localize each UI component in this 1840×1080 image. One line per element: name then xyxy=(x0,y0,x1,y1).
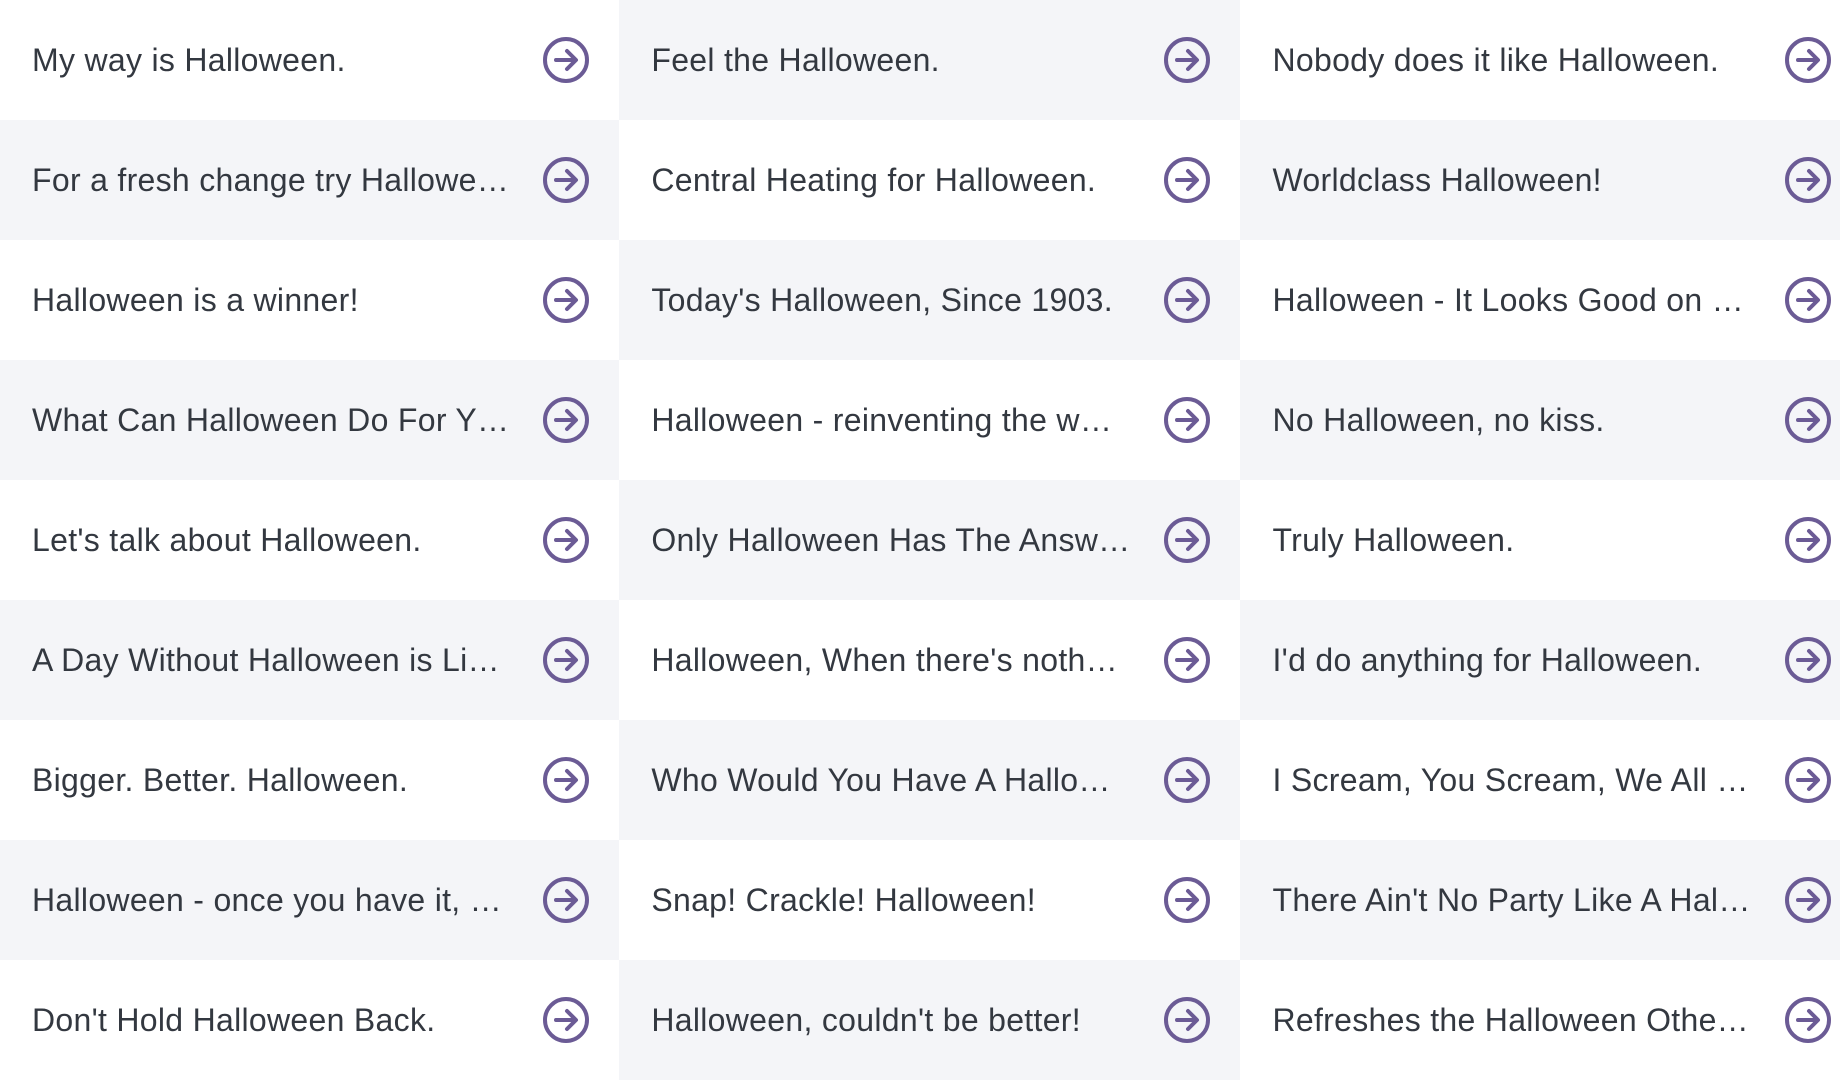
slogan-text: I'd do anything for Halloween. xyxy=(1272,641,1703,678)
arrow-right-circle-icon[interactable] xyxy=(1162,275,1212,325)
slogan-item[interactable]: A Day Without Halloween is Li… xyxy=(0,600,620,720)
slogan-text: For a fresh change try Hallowe… xyxy=(32,161,510,198)
slogan-text: What Can Halloween Do For Y… xyxy=(32,401,510,438)
slogan-item[interactable]: No Halloween, no kiss. xyxy=(1240,360,1840,480)
arrow-right-circle-icon[interactable] xyxy=(1162,35,1212,85)
slogan-item[interactable]: What Can Halloween Do For Y… xyxy=(0,360,620,480)
slogan-item[interactable]: Refreshes the Halloween Othe… xyxy=(1240,960,1840,1080)
arrow-right-circle-icon[interactable] xyxy=(1783,755,1833,805)
slogan-text: Don't Hold Halloween Back. xyxy=(32,1001,436,1038)
slogan-item[interactable]: Only Halloween Has The Answ… xyxy=(619,480,1241,600)
slogan-text: Who Would You Have A Hallo… xyxy=(651,761,1111,798)
slogan-item[interactable]: Halloween - once you have it, … xyxy=(0,840,620,960)
slogan-item[interactable]: Halloween - reinventing the w… xyxy=(619,360,1241,480)
arrow-right-circle-icon[interactable] xyxy=(1783,275,1833,325)
slogan-text: I Scream, You Scream, We All … xyxy=(1272,761,1749,798)
slogan-item[interactable]: Central Heating for Halloween. xyxy=(619,120,1241,240)
slogan-item[interactable]: Nobody does it like Halloween. xyxy=(1240,0,1840,120)
slogan-text: Halloween, couldn't be better! xyxy=(651,1001,1081,1038)
slogan-item[interactable]: Halloween, couldn't be better! xyxy=(619,960,1241,1080)
slogan-text: Today's Halloween, Since 1903. xyxy=(651,281,1113,318)
arrow-right-circle-icon[interactable] xyxy=(1162,635,1212,685)
slogan-text: Feel the Halloween. xyxy=(651,41,940,78)
slogan-text: Central Heating for Halloween. xyxy=(651,161,1097,198)
arrow-right-circle-icon[interactable] xyxy=(541,875,591,925)
slogan-text: My way is Halloween. xyxy=(32,41,346,78)
slogan-item[interactable]: Let's talk about Halloween. xyxy=(0,480,620,600)
slogan-item[interactable]: There Ain't No Party Like A Hal… xyxy=(1240,840,1840,960)
arrow-right-circle-icon[interactable] xyxy=(541,635,591,685)
slogan-item[interactable]: My way is Halloween. xyxy=(0,0,620,120)
slogan-item[interactable]: Don't Hold Halloween Back. xyxy=(0,960,620,1080)
arrow-right-circle-icon[interactable] xyxy=(1162,395,1212,445)
arrow-right-circle-icon[interactable] xyxy=(1783,395,1833,445)
arrow-right-circle-icon[interactable] xyxy=(541,35,591,85)
slogan-item[interactable]: Bigger. Better. Halloween. xyxy=(0,720,620,840)
slogan-item[interactable]: Today's Halloween, Since 1903. xyxy=(619,240,1241,360)
slogan-item[interactable]: Worldclass Halloween! xyxy=(1240,120,1840,240)
slogan-text: Refreshes the Halloween Othe… xyxy=(1272,1001,1749,1038)
arrow-right-circle-icon[interactable] xyxy=(541,395,591,445)
slogan-item[interactable]: Halloween is a winner! xyxy=(0,240,620,360)
slogan-text: Halloween, When there's noth… xyxy=(651,641,1118,678)
slogan-text: Halloween - once you have it, … xyxy=(32,881,502,918)
arrow-right-circle-icon[interactable] xyxy=(1783,515,1833,565)
arrow-right-circle-icon[interactable] xyxy=(541,515,591,565)
slogan-text: Truly Halloween. xyxy=(1272,521,1515,558)
slogan-text: Halloween - It Looks Good on … xyxy=(1272,281,1744,318)
arrow-right-circle-icon[interactable] xyxy=(1783,155,1833,205)
slogan-item[interactable]: Halloween - It Looks Good on … xyxy=(1240,240,1840,360)
slogan-text: Worldclass Halloween! xyxy=(1272,161,1602,198)
slogan-text: Snap! Crackle! Halloween! xyxy=(651,881,1036,918)
slogan-item[interactable]: Halloween, When there's noth… xyxy=(619,600,1241,720)
arrow-right-circle-icon[interactable] xyxy=(541,275,591,325)
arrow-right-circle-icon[interactable] xyxy=(1162,155,1212,205)
arrow-right-circle-icon[interactable] xyxy=(1162,875,1212,925)
slogan-item[interactable]: Snap! Crackle! Halloween! xyxy=(619,840,1241,960)
slogan-item[interactable]: Feel the Halloween. xyxy=(619,0,1241,120)
arrow-right-circle-icon[interactable] xyxy=(1162,515,1212,565)
slogan-text: No Halloween, no kiss. xyxy=(1272,401,1605,438)
arrow-right-circle-icon[interactable] xyxy=(541,155,591,205)
slogan-text: Halloween is a winner! xyxy=(32,281,359,318)
slogan-item[interactable]: Truly Halloween. xyxy=(1240,480,1840,600)
slogan-grid: My way is Halloween. Feel the Halloween.… xyxy=(0,0,1840,1080)
slogan-text: Only Halloween Has The Answ… xyxy=(651,521,1131,558)
arrow-right-circle-icon[interactable] xyxy=(541,755,591,805)
arrow-right-circle-icon[interactable] xyxy=(1162,995,1212,1045)
slogan-text: There Ain't No Party Like A Hal… xyxy=(1272,881,1751,918)
slogan-text: Bigger. Better. Halloween. xyxy=(32,761,409,798)
arrow-right-circle-icon[interactable] xyxy=(1783,635,1833,685)
slogan-text: A Day Without Halloween is Li… xyxy=(32,641,500,678)
arrow-right-circle-icon[interactable] xyxy=(1162,755,1212,805)
arrow-right-circle-icon[interactable] xyxy=(541,995,591,1045)
slogan-item[interactable]: For a fresh change try Hallowe… xyxy=(0,120,620,240)
slogan-text: Nobody does it like Halloween. xyxy=(1272,41,1720,78)
slogan-item[interactable]: I Scream, You Scream, We All … xyxy=(1240,720,1840,840)
slogan-text: Halloween - reinventing the w… xyxy=(651,401,1113,438)
slogan-text: Let's talk about Halloween. xyxy=(32,521,422,558)
arrow-right-circle-icon[interactable] xyxy=(1783,35,1833,85)
arrow-right-circle-icon[interactable] xyxy=(1783,995,1833,1045)
slogan-item[interactable]: Who Would You Have A Hallo… xyxy=(619,720,1241,840)
arrow-right-circle-icon[interactable] xyxy=(1783,875,1833,925)
slogan-item[interactable]: I'd do anything for Halloween. xyxy=(1240,600,1840,720)
